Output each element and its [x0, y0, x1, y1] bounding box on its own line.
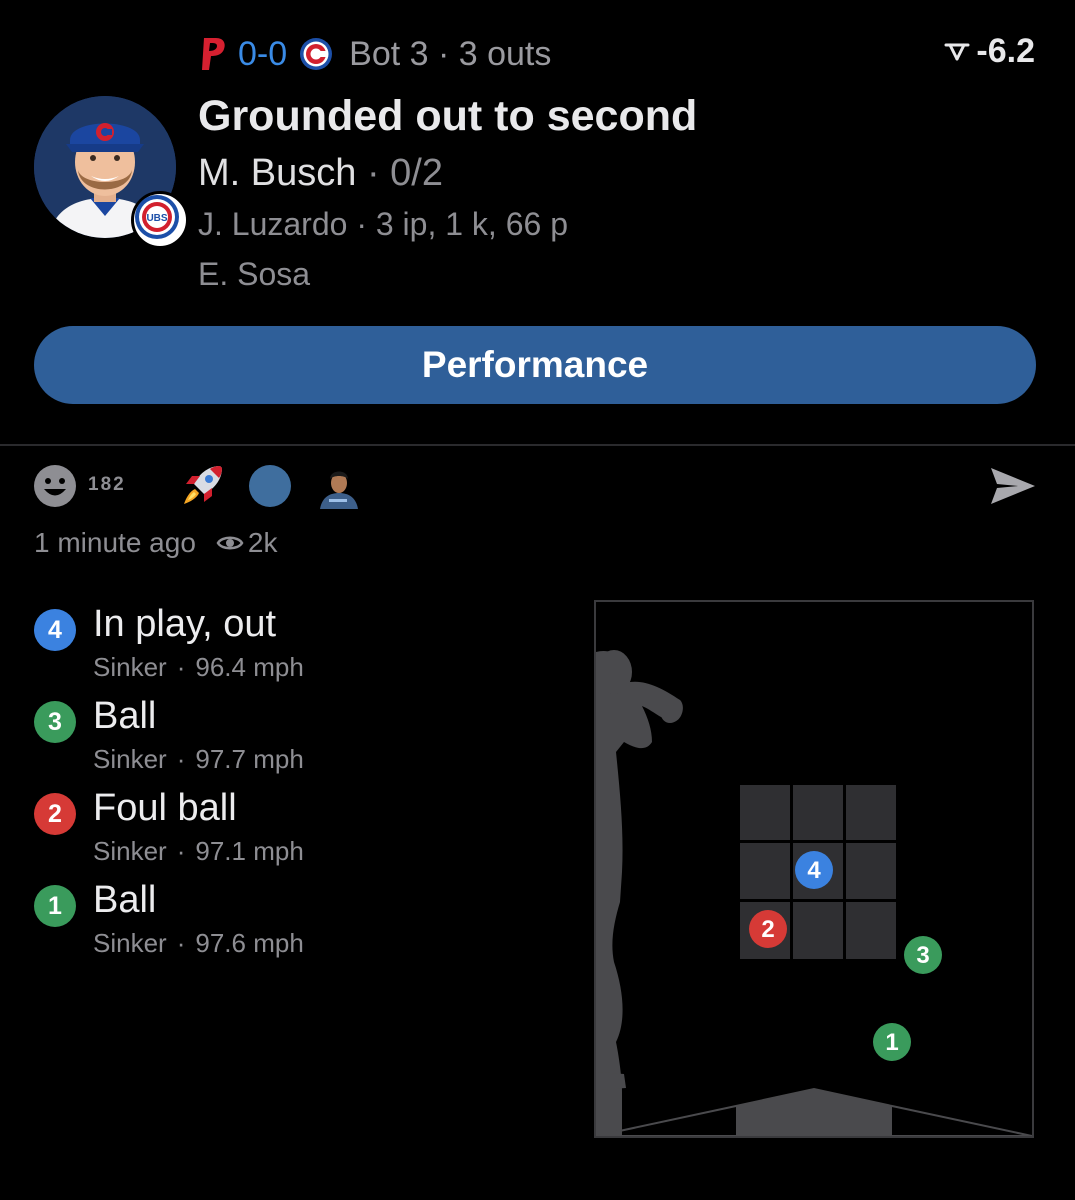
- pitch-detail: Sinker · 97.1 mph: [93, 836, 304, 866]
- pitcher-line[interactable]: J. Luzardo · 3 ip, 1 k, 66 p: [198, 206, 568, 243]
- view-count: 2k: [247, 527, 278, 558]
- batter-silhouette: [596, 650, 683, 1136]
- pitch-marker-1[interactable]: 1: [873, 1023, 911, 1061]
- pitch-item[interactable]: 2 Foul ball Sinker · 97.1 mph: [34, 787, 554, 877]
- strike-zone-panel: 4 2 3 1: [594, 600, 1034, 1138]
- cubs-logo-icon: [300, 38, 333, 70]
- send-arrow-icon[interactable]: [988, 464, 1038, 508]
- eye-icon: [216, 536, 244, 550]
- pitch-marker-label: 4: [807, 857, 821, 884]
- smiley-face-icon[interactable]: [33, 464, 77, 508]
- pitch-item[interactable]: 1 Ball Sinker · 97.6 mph: [34, 879, 554, 969]
- rocket-emoji-icon[interactable]: [180, 462, 226, 508]
- batter-line[interactable]: M. Busch · 0/2: [198, 152, 443, 195]
- scoreline: 0-0 Bot 3 · 3 outs: [198, 30, 551, 78]
- pitch-detail: Sinker · 97.7 mph: [93, 744, 304, 774]
- pitch-speed: 97.6 mph: [195, 928, 304, 958]
- badge-text: UBS: [146, 213, 167, 224]
- pitch-result: Ball: [93, 879, 157, 921]
- pitch-marker-label: 1: [885, 1029, 898, 1056]
- pitch-type: Sinker: [93, 836, 167, 866]
- section-divider: [0, 444, 1075, 446]
- pitch-type: Sinker: [93, 652, 167, 682]
- strike-zone-svg: 4 2 3 1: [596, 650, 1032, 1136]
- pitch-speed: 97.7 mph: [195, 744, 304, 774]
- pitch-marker-2[interactable]: 2: [749, 910, 787, 948]
- pitch-number-badge: 1: [34, 885, 76, 927]
- blue-reaction-dot[interactable]: [249, 465, 291, 507]
- batter-sep: ·: [356, 152, 391, 194]
- pitch-item[interactable]: 4 In play, out Sinker · 96.4 mph: [34, 603, 554, 693]
- pitch-speed: 96.4 mph: [195, 652, 304, 682]
- game-score: 0-0: [238, 34, 288, 73]
- wpa-value: -6.2: [976, 32, 1035, 70]
- reaction-count: 182: [88, 474, 126, 495]
- pitch-detail: Sinker · 97.6 mph: [93, 928, 304, 958]
- batter-stat: 0/2: [390, 152, 443, 194]
- wpa-arrow-icon: [944, 43, 970, 60]
- time-ago: 1 minute ago: [34, 527, 196, 558]
- pitch-number-badge: 3: [34, 701, 76, 743]
- pitch-result: Ball: [93, 695, 157, 737]
- pitch-marker-3[interactable]: 3: [904, 936, 942, 974]
- batter-name: M. Busch: [198, 152, 357, 194]
- performance-button[interactable]: Performance: [34, 326, 1036, 404]
- win-probability-change[interactable]: -6.2: [944, 32, 1035, 71]
- pitch-marker-label: 3: [916, 942, 929, 969]
- pitch-result: Foul ball: [93, 787, 237, 829]
- pitch-result: In play, out: [93, 603, 277, 645]
- pitch-number-badge: 4: [34, 609, 76, 651]
- player-reaction-icon[interactable]: [316, 463, 362, 509]
- pitch-number-badge: 2: [34, 793, 76, 835]
- pitch-speed: 97.1 mph: [195, 836, 304, 866]
- plate-shape: [736, 1089, 892, 1136]
- pitch-type: Sinker: [93, 928, 167, 958]
- cubs-badge-icon: UBS: [135, 195, 179, 239]
- pitch-marker-label: 2: [761, 916, 774, 943]
- inning-status: Bot 3 · 3 outs: [349, 34, 552, 73]
- post-meta: 1 minute ago 2k: [34, 527, 277, 559]
- pitch-marker-4[interactable]: 4: [795, 851, 833, 889]
- cubs-team-badge: UBS: [131, 191, 189, 249]
- pitch-item[interactable]: 3 Ball Sinker · 97.7 mph: [34, 695, 554, 785]
- pitch-type: Sinker: [93, 744, 167, 774]
- phillies-logo-icon: [202, 38, 225, 70]
- catcher-line[interactable]: E. Sosa: [198, 256, 310, 293]
- pitch-detail: Sinker · 96.4 mph: [93, 652, 304, 682]
- play-headline: Grounded out to second: [198, 92, 698, 140]
